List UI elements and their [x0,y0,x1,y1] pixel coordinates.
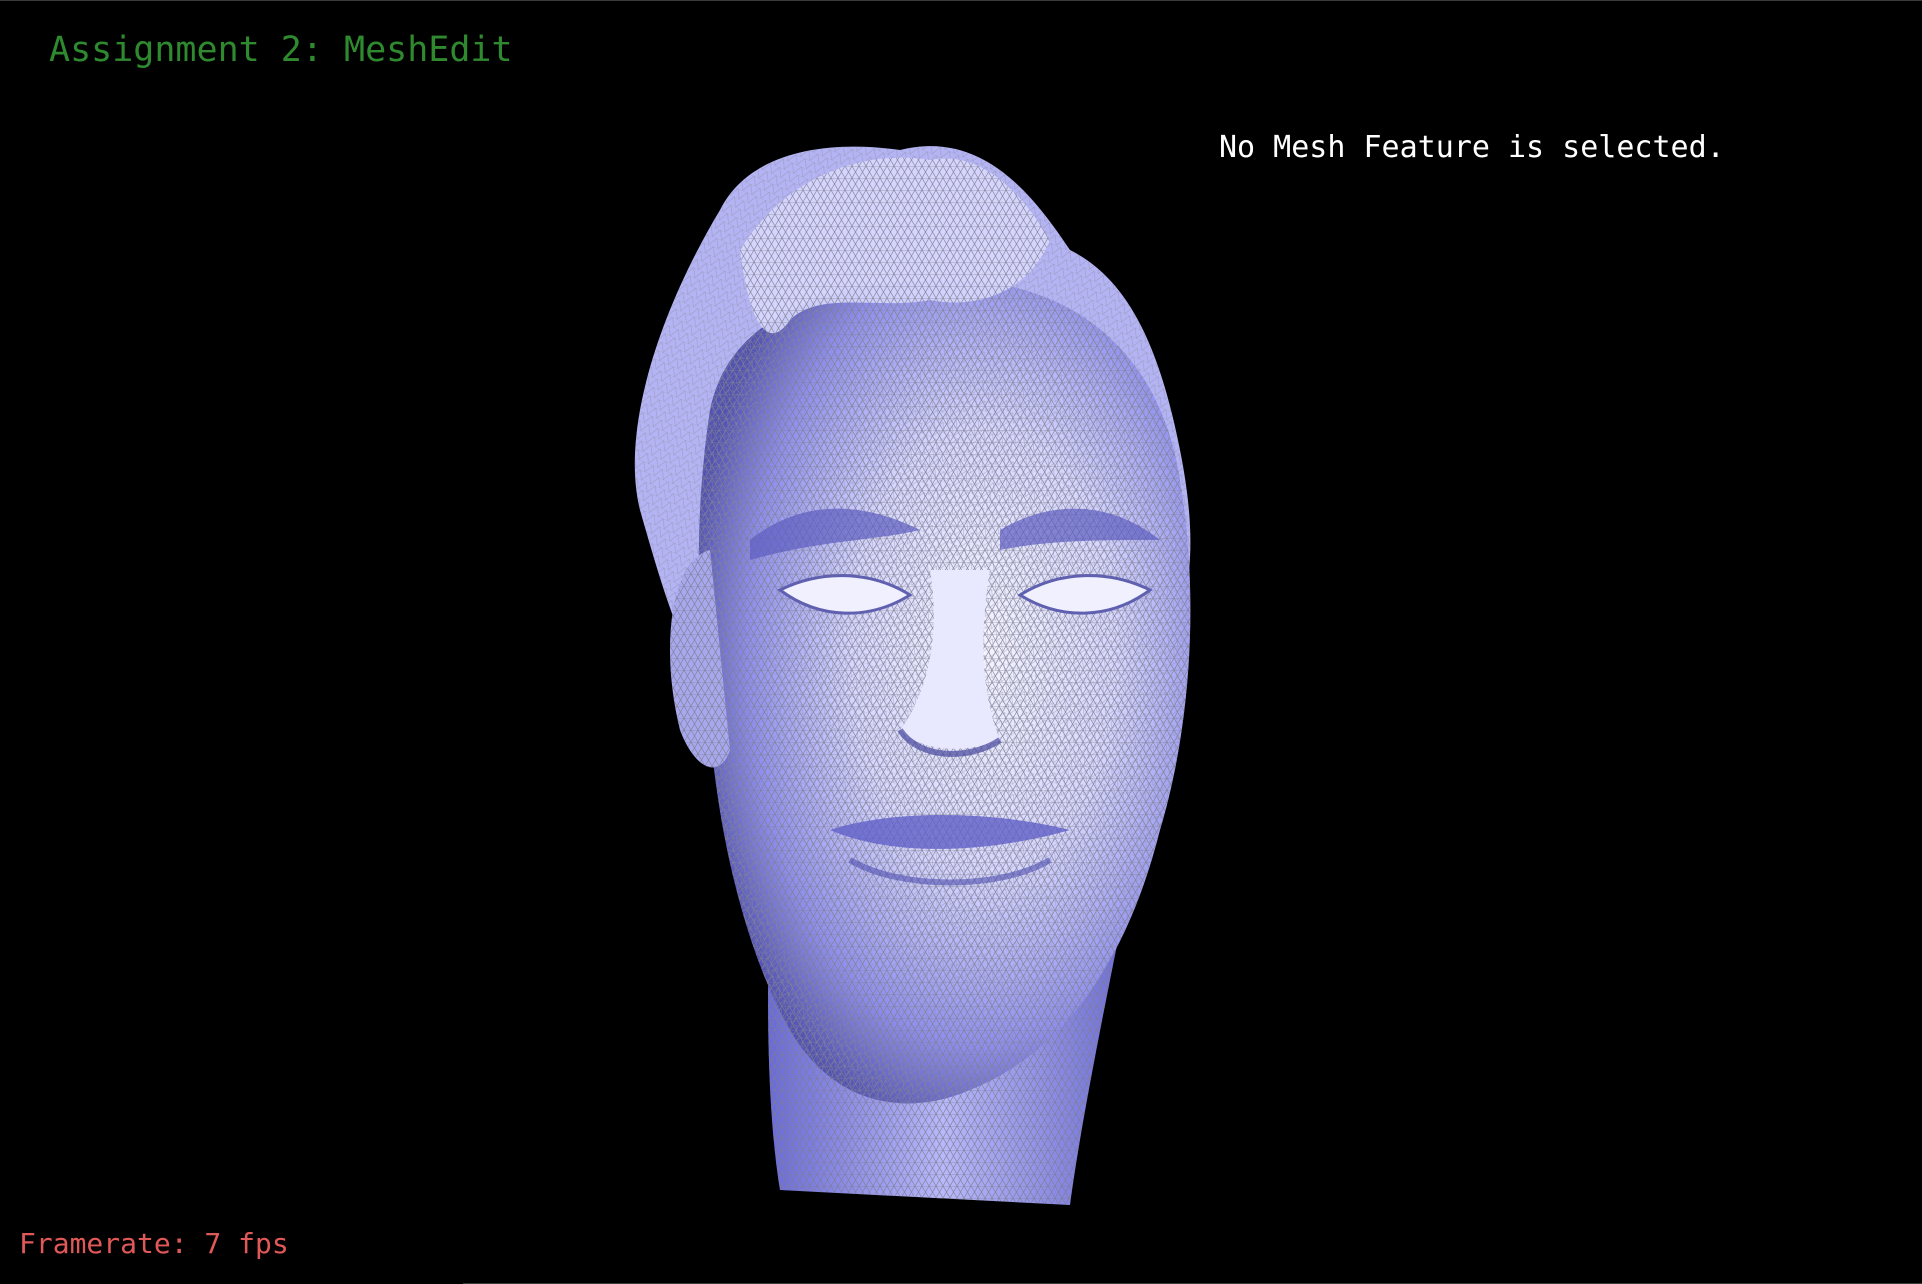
top-border [0,0,1922,1]
head-mesh-model[interactable] [600,130,1340,1210]
app-title: Assignment 2: MeshEdit [49,30,513,70]
mesh-viewport[interactable]: Assignment 2: MeshEdit No Mesh Feature i… [0,0,1922,1284]
framerate-text: Framerate: 7 fps [19,1227,289,1260]
